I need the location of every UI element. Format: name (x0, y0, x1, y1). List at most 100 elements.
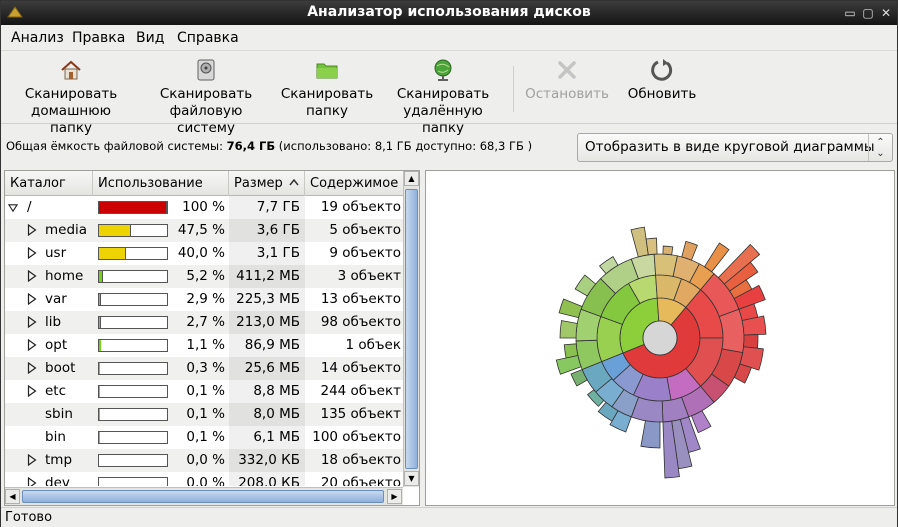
usage-bar (98, 293, 168, 306)
ring-center[interactable] (642, 320, 678, 356)
horizontal-scrollbar[interactable]: ◀ ▶ (5, 487, 403, 505)
expand-arrow-icon[interactable] (27, 339, 37, 351)
usage-bar-fill (99, 248, 127, 259)
scroll-right-icon[interactable]: ▶ (387, 489, 402, 504)
expand-arrow-icon[interactable] (27, 247, 37, 259)
contents-text: 18 объекто (320, 452, 401, 468)
expand-arrow-icon[interactable] (27, 454, 37, 466)
folder-contents: 14 объекто (305, 360, 403, 376)
column-header-usage[interactable]: Использование (93, 171, 229, 196)
column-header-contents[interactable]: Содержимое (305, 171, 403, 196)
sort-ascending-icon (289, 179, 299, 186)
column-header-folder[interactable]: Каталог (5, 171, 93, 196)
usage-bar (98, 385, 168, 398)
folder-size: 208,0 КБ (238, 475, 300, 486)
menu-analyze[interactable]: Анализ (11, 30, 64, 46)
ring-segment-outer[interactable] (563, 343, 579, 359)
folder-name: sbin (45, 406, 73, 422)
table-row[interactable]: bin 0,1 % 6,1 МБ 100 объекто (5, 426, 403, 449)
usage-percent: 100 % (182, 199, 225, 215)
usage-percent: 40,0 % (177, 245, 225, 261)
expand-arrow-icon[interactable] (27, 270, 37, 282)
size-header-label: Размер (234, 176, 283, 191)
view-mode-select[interactable]: Отобразить в виде круговой диаграммы ⌃ ⌄ (577, 133, 893, 162)
table-row[interactable]: etc 0,1 % 8,8 МБ 244 объект (5, 380, 403, 403)
folder-name: / (27, 199, 32, 215)
scan-remote-button[interactable]: Сканировать удалённую папку (381, 56, 505, 136)
folder-contents: 20 объекто (305, 475, 403, 486)
usage-percent: 0,0 % (186, 475, 225, 486)
capacity-detail: (использовано: 8,1 ГБ доступно: 68,3 ГБ … (278, 139, 533, 153)
expand-arrow-icon[interactable] (27, 477, 37, 486)
horizontal-scroll-thumb[interactable] (22, 490, 384, 503)
status-bar: Готово (1, 507, 897, 527)
ring-segment-outer[interactable] (703, 242, 730, 273)
folder-icon (316, 63, 338, 79)
maximize-icon[interactable]: ▢ (861, 6, 875, 20)
ring-segment-outer[interactable] (640, 420, 661, 449)
scroll-left-icon[interactable]: ◀ (5, 489, 20, 504)
scan-home-button[interactable]: Сканировать домашнюю папку (9, 56, 133, 136)
usage-bar-fill (99, 317, 101, 328)
table-row[interactable]: tmp 0,0 % 332,0 КБ 18 объекто (5, 449, 403, 472)
expand-arrow-icon[interactable] (27, 385, 37, 397)
folder-name: bin (45, 429, 66, 445)
expand-arrow-icon[interactable] (27, 293, 37, 305)
folder-size: 332,0 КБ (238, 452, 300, 468)
table-row[interactable]: usr 40,0 % 3,1 ГБ 9 объекто (5, 242, 403, 265)
ring-segment-outer[interactable] (662, 245, 674, 256)
scroll-up-icon[interactable]: ▲ (404, 171, 419, 186)
ring-segment-outer[interactable] (630, 226, 649, 258)
usage-percent: 1,1 % (186, 337, 225, 353)
stop-button[interactable]: Остановить (521, 56, 613, 120)
table-row[interactable]: / 100 % 7,7 ГБ 19 объекто (5, 196, 403, 219)
expand-arrow-icon[interactable] (27, 224, 37, 236)
table-row[interactable]: media 47,5 % 3,6 ГБ 5 объекто (5, 219, 403, 242)
contents-text: 19 объекто (320, 199, 401, 215)
menu-help[interactable]: Справка (177, 30, 239, 46)
table-row[interactable]: var 2,9 % 225,3 МБ 13 объекто (5, 288, 403, 311)
close-icon[interactable]: ✕ (879, 6, 893, 20)
table-row[interactable]: lib 2,7 % 213,0 МБ 98 объекто (5, 311, 403, 334)
menu-edit[interactable]: Правка (72, 30, 125, 46)
usage-percent: 0,3 % (186, 360, 225, 376)
column-header-size[interactable]: Размер (229, 171, 305, 196)
table-row[interactable]: dev 0,0 % 208,0 КБ 20 объекто (5, 472, 403, 486)
scan-home-label-2: домашнюю папку (31, 103, 111, 136)
contents-text: 135 объект (320, 406, 401, 422)
menu-bar: Анализ Правка Вид Справка (1, 25, 897, 51)
folder-size: 7,7 ГБ (256, 199, 300, 215)
menu-view[interactable]: Вид (136, 30, 164, 46)
expand-arrow-icon[interactable] (27, 316, 37, 328)
ring-segment-outer[interactable] (681, 240, 698, 261)
ring-segment-outer[interactable] (558, 298, 583, 319)
home-icon (61, 60, 81, 80)
scan-filesystem-button[interactable]: Сканировать файловую систему (139, 56, 273, 136)
table-row[interactable]: home 5,2 % 411,2 МБ 3 объект (5, 265, 403, 288)
scroll-down-icon[interactable]: ▼ (404, 471, 419, 486)
ring-segment-outer[interactable] (645, 237, 658, 256)
usage-percent: 5,2 % (186, 268, 225, 284)
table-row[interactable]: sbin 0,1 % 8,0 МБ 135 объект (5, 403, 403, 426)
usage-percent: 0,1 % (186, 429, 225, 445)
disk-usage-ring-chart[interactable] (426, 171, 896, 507)
table-row[interactable]: opt 1,1 % 86,9 МБ 1 объек (5, 334, 403, 357)
folder-size: 3,1 ГБ (256, 245, 300, 261)
refresh-button[interactable]: Обновить (623, 56, 701, 120)
app-window: Анализатор использования дисков ▭ ▢ ✕ Ан… (0, 0, 898, 527)
stop-x-icon (558, 61, 576, 79)
usage-bar-fill (99, 409, 100, 420)
vertical-scrollbar[interactable]: ▲ ▼ (403, 171, 419, 487)
folder-size: 8,8 МБ (253, 383, 300, 399)
collapse-arrow-icon[interactable] (8, 202, 18, 214)
vertical-scroll-thumb[interactable] (405, 189, 418, 469)
usage-bar-fill (99, 340, 101, 351)
ring-segment-outer[interactable] (743, 334, 759, 349)
expand-arrow-icon[interactable] (27, 362, 37, 374)
ring-segment-level3[interactable] (718, 308, 745, 354)
minimize-icon[interactable]: ▭ (843, 6, 857, 20)
folder-contents: 13 объекто (305, 291, 403, 307)
ring-segment-outer[interactable] (559, 320, 578, 339)
table-row[interactable]: boot 0,3 % 25,6 МБ 14 объекто (5, 357, 403, 380)
scan-folder-button[interactable]: Сканировать папку (279, 56, 375, 120)
